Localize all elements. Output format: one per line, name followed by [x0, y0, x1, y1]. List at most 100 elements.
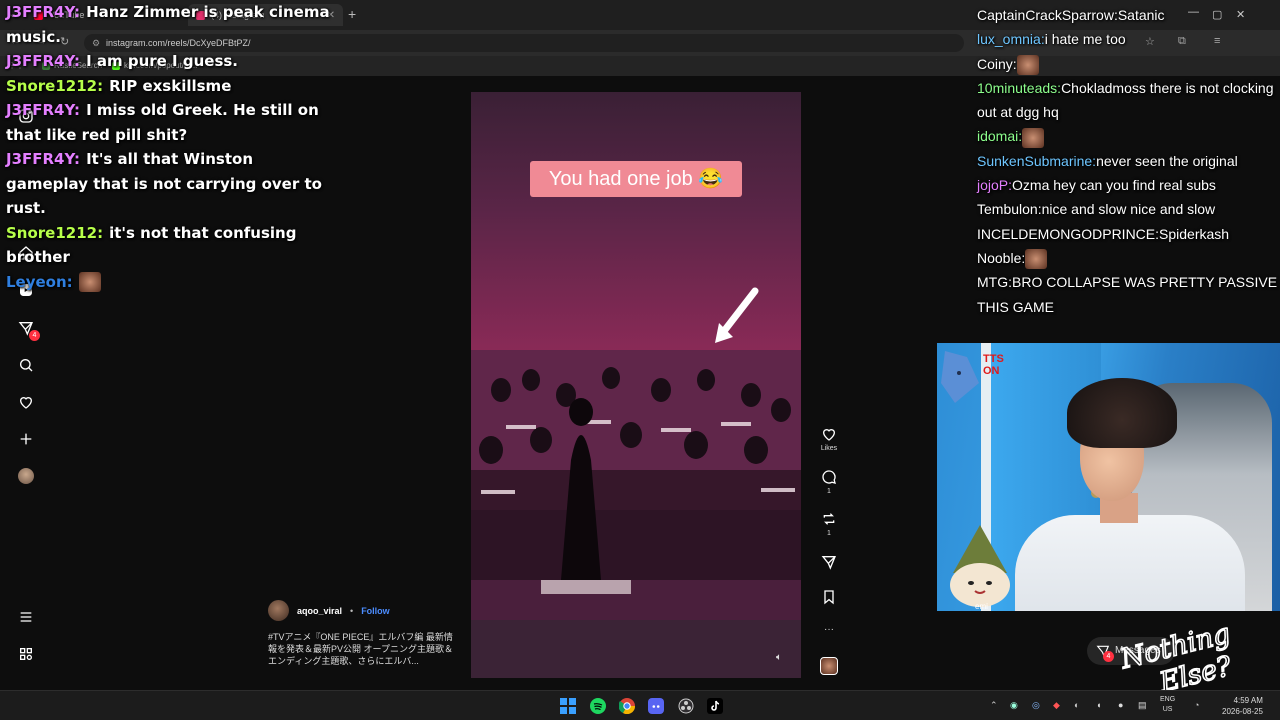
tray-app-icon-2[interactable]: ◐ [1074, 700, 1079, 710]
chat-text: i hate me too [1044, 31, 1126, 48]
chat-emote-icon [1016, 54, 1039, 75]
likes-label: Likes [820, 445, 838, 452]
chat-message: INCELDEMONGODPRINCE:Spiderkash [977, 222, 1280, 246]
system-clock[interactable]: 4:59 AM 2026-08-25 [1222, 695, 1263, 717]
start-menu-icon[interactable] [559, 697, 577, 715]
direct-messages-icon[interactable]: 4 [16, 318, 40, 341]
language-indicator[interactable]: ENG US [1160, 695, 1175, 715]
author-separator: • [350, 605, 354, 616]
reposts-count: 1 [827, 530, 831, 537]
chat-username: J3FFR4Y: [6, 150, 81, 168]
chat-message: J3FFR4Y: Hanz Zimmer is peak cinema music… [6, 0, 336, 49]
reel-video[interactable]: You had one job 😂 🔈︎ [471, 92, 801, 678]
chat-username: SunkenSubmarine: [977, 152, 1097, 169]
comment-icon [822, 470, 836, 484]
more-menu-icon[interactable] [16, 607, 36, 627]
share-button[interactable] [818, 554, 840, 573]
save-button[interactable] [818, 589, 840, 608]
profile-avatar[interactable] [16, 466, 36, 486]
wifi-icon[interactable]: ◔ [1194, 700, 1199, 710]
spotify-icon[interactable] [589, 697, 607, 715]
hair [1067, 378, 1177, 448]
chat-text: RIP exskillsme [109, 76, 232, 95]
chat-username: Nooble: [977, 249, 1026, 266]
chat-username: Coiny: [977, 55, 1017, 72]
chat-message: Nooble: [977, 246, 1280, 270]
obs-icon[interactable] [677, 697, 695, 715]
right-chat-overlay: CaptainCrackSparrow:Satanic lux_omnia:i h… [977, 3, 1280, 319]
create-plus-icon[interactable] [16, 429, 36, 449]
chat-message: jojoP:Ozma hey can you find real subs [977, 173, 1280, 197]
chat-emote-icon [1025, 249, 1048, 270]
reel-author: aqoo_viral • Follow [268, 600, 390, 621]
steam-tray-icon[interactable]: ◎ [1032, 700, 1040, 711]
chat-username: 10minuteads: [977, 79, 1062, 96]
author-avatar[interactable] [268, 600, 289, 621]
comment-button[interactable]: 1 [818, 469, 840, 495]
repost-icon [823, 513, 835, 525]
clock-time: 4:59 AM [1233, 696, 1263, 705]
tts-label: TTS [983, 353, 1004, 365]
chat-username: jojoP: [977, 177, 1013, 194]
chat-message: idomai: [977, 124, 1280, 148]
chat-text: Satanic [1117, 7, 1165, 23]
search-icon[interactable] [16, 355, 36, 375]
chat-username: J3FFR4Y: [6, 101, 81, 119]
chat-message: Coiny: [977, 52, 1280, 76]
comments-count: 1 [827, 488, 831, 495]
chat-username: Snore1212: [6, 76, 104, 95]
shirt [1015, 515, 1245, 611]
reel-description[interactable]: #TVアニメ『ONE PIECE』エルバフ編 最新情報を発表＆最新PV公開 オー… [268, 631, 458, 667]
chat-text: Ozma hey can you find real subs [1012, 177, 1216, 194]
orchestra-scene [471, 350, 801, 620]
chat-username: INCELDEMONGODPRINCE: [977, 225, 1160, 242]
chat-message: Leyeon: [6, 270, 336, 295]
reel-bottom-area [471, 620, 801, 678]
tiktok-icon[interactable] [706, 697, 724, 715]
tts-indicator: TTS ON [983, 353, 1004, 377]
chat-message: CaptainCrackSparrow:Satanic [977, 3, 1280, 27]
chat-text: nice and slow nice and slow [1041, 201, 1216, 218]
follow-button[interactable]: Follow [361, 606, 390, 616]
audio-thumbnail[interactable] [818, 657, 840, 675]
tray-overflow-icon[interactable]: ⌃ [990, 700, 998, 711]
region-code: US [1162, 706, 1173, 713]
new-tab-button[interactable]: + [348, 6, 356, 22]
left-chat-overlay: J3FFR4Y: Hanz Zimmer is peak cinema music… [6, 0, 336, 294]
discord-icon[interactable] [647, 697, 665, 715]
chat-username: CaptainCrackSparrow: [977, 7, 1118, 23]
chat-message: Snore1212: RIP exskillsme [6, 74, 336, 99]
tray-app-icon[interactable]: ◉ [1010, 700, 1018, 711]
chat-emote-icon [78, 272, 101, 292]
notification-badge: 4 [29, 330, 40, 341]
author-username[interactable]: aqoo_viral [297, 606, 342, 616]
volume-icon[interactable]: 🔈︎ [776, 652, 782, 663]
chat-message: MTG:BRO COLLAPSE WAS PRETTY PASSIVE THIS… [977, 270, 1280, 319]
gnome-label: emi [975, 602, 988, 611]
share-icon [821, 556, 836, 570]
gnome-sticker-icon [950, 525, 1010, 607]
network-tray-icon[interactable]: ▤ [1138, 700, 1147, 711]
heart-icon [822, 429, 836, 441]
chat-message: Snore1212: it's not that confusing brothe… [6, 221, 336, 270]
chat-text: I am pure I guess. [86, 52, 238, 70]
volume-tray-icon[interactable]: ◖ [1096, 700, 1101, 710]
chat-message: J3FFR4Y: It's all that Winston gameplay t… [6, 147, 336, 221]
chat-emote-icon [1022, 127, 1045, 148]
brave-tray-icon[interactable]: ◆ [1053, 700, 1060, 711]
clock-date: 2026-08-25 [1222, 707, 1263, 716]
chat-message: lux_omnia:i hate me too [977, 27, 1280, 51]
chat-message: 10minuteads:Chokladmoss there is not clo… [977, 76, 1280, 125]
reel-overlay-caption: You had one job 😂 [530, 161, 742, 197]
language-code: ENG [1160, 696, 1176, 703]
chrome-icon[interactable] [618, 697, 636, 715]
repost-button[interactable]: 1 [818, 511, 840, 537]
avatar [18, 468, 34, 484]
chat-username: lux_omnia: [977, 31, 1045, 48]
more-options-button[interactable]: ··· [818, 624, 840, 635]
like-button[interactable]: Likes [818, 426, 840, 452]
arrow-pointer-icon [715, 287, 759, 343]
also-from-meta-icon[interactable] [16, 644, 36, 664]
heart-notifications-icon[interactable] [16, 392, 36, 412]
microphone-tray-icon[interactable]: ● [1118, 700, 1123, 710]
